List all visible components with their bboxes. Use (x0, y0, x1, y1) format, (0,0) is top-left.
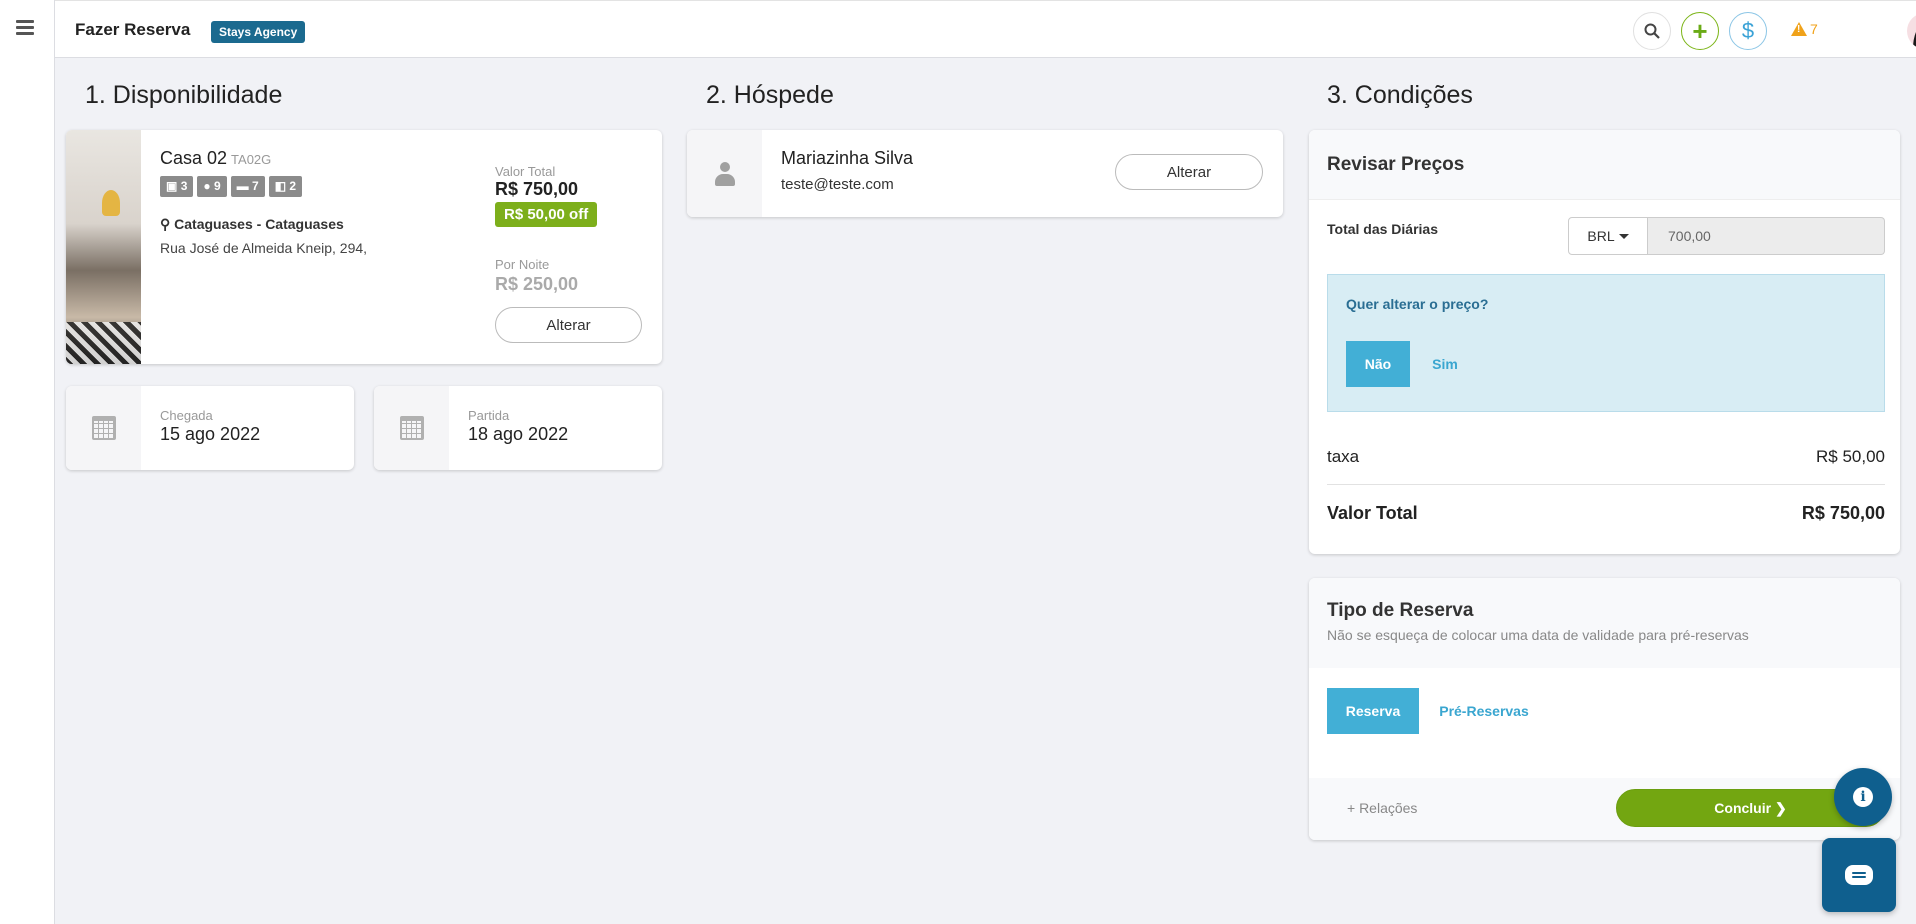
checkout-card[interactable]: Partida 18 ago 2022 (374, 386, 662, 470)
rooms-badge: ▣ 3 (160, 176, 194, 197)
fee-label: taxa (1327, 447, 1360, 466)
daily-total-label: Total das Diárias (1327, 221, 1439, 237)
change-price-box: Quer alterar o preço? Não Sim (1327, 274, 1885, 412)
map-marker-icon: ⚲ (160, 216, 171, 232)
per-night-value: R$ 250,00 (495, 274, 579, 294)
info-icon: i (1853, 787, 1873, 807)
calendar-icon (399, 416, 424, 440)
agency-badge: Stays Agency (211, 21, 306, 43)
fee-value: R$ 50,00 (1816, 447, 1885, 466)
finance-button[interactable]: $ (1729, 12, 1767, 50)
warning-icon (1791, 22, 1807, 36)
calendar-icon (91, 416, 116, 440)
option-no[interactable]: Não (1346, 341, 1410, 387)
person-icon: ● (203, 179, 211, 193)
checkin-label: Chegada (160, 408, 213, 423)
total-label: Valor Total (495, 164, 556, 179)
avatar[interactable] (1907, 13, 1916, 49)
reservation-type-title: Tipo de Reserva (1327, 600, 1474, 621)
caret-down-icon (1618, 233, 1629, 239)
section-guest-heading: 2. Hóspede (706, 81, 834, 109)
alerts-button[interactable]: 7 (1791, 21, 1818, 37)
currency-select[interactable]: BRL (1568, 217, 1648, 255)
baths-badge: ◧ 2 (268, 176, 303, 197)
cube-icon: ▣ (166, 179, 178, 193)
section-conditions-heading: 3. Condições (1327, 81, 1473, 109)
bath-icon: ◧ (274, 179, 287, 193)
per-night-label: Por Noite (495, 257, 550, 272)
divider (1327, 484, 1885, 485)
user-icon (714, 161, 735, 186)
grand-total-value: R$ 750,00 (1801, 503, 1885, 523)
grand-total-label: Valor Total (1327, 503, 1418, 523)
top-bar: Fazer Reserva Stays Agency + $ 7 (55, 0, 1916, 58)
total-value: R$ 750,00 (495, 179, 579, 199)
property-photo (66, 130, 141, 364)
daily-total-input[interactable] (1648, 217, 1885, 255)
alert-count: 7 (1810, 21, 1818, 37)
discount-badge: R$ 50,00 off (495, 202, 598, 227)
property-badges: ▣ 3 ● 9 ▬ 7 ◧ 2 (160, 176, 303, 197)
plus-icon: + (1692, 16, 1708, 46)
chat-button[interactable] (1822, 838, 1896, 912)
dollar-icon: $ (1741, 18, 1755, 43)
add-button[interactable]: + (1681, 12, 1719, 50)
relations-link[interactable]: + Relações (1347, 800, 1417, 816)
guest-email: teste@teste.com (781, 176, 894, 193)
page-title: Fazer Reserva (75, 20, 191, 39)
property-card: Casa 02 TA02G ▣ 3 ● 9 ▬ 7 ◧ 2 ⚲ Cataguase… (66, 130, 662, 364)
review-prices-card: Revisar Preços Total das Diárias BRL Que… (1309, 130, 1900, 554)
reservation-type-card: Tipo de Reserva Não se esqueça de coloca… (1309, 578, 1900, 840)
checkin-value: 15 ago 2022 (160, 424, 261, 444)
section-availability-heading: 1. Disponibilidade (85, 81, 283, 109)
property-address: Rua José de Almeida Kneip, 294, (160, 240, 368, 256)
guest-name: Mariazinha Silva (781, 148, 914, 168)
option-yes[interactable]: Sim (1422, 341, 1468, 387)
property-code: TA02G (231, 152, 272, 167)
checkout-value: 18 ago 2022 (468, 424, 569, 444)
sidebar (0, 0, 55, 924)
guests-badge: ● 9 (197, 176, 227, 197)
search-icon (1644, 23, 1660, 39)
reservation-type-subtitle: Não se esqueça de colocar uma data de va… (1327, 627, 1749, 643)
option-pre-reserve[interactable]: Pré-Reservas (1437, 688, 1531, 734)
property-name: Casa 02 TA02G (160, 148, 272, 168)
checkout-label: Partida (468, 408, 510, 423)
guest-card: Mariazinha Silva teste@teste.com Alterar (687, 130, 1283, 217)
search-button[interactable] (1633, 12, 1671, 50)
change-guest-button[interactable]: Alterar (1115, 154, 1263, 190)
beds-badge: ▬ 7 (230, 176, 265, 197)
review-prices-title: Revisar Preços (1327, 154, 1465, 175)
option-reserve[interactable]: Reserva (1327, 688, 1419, 734)
change-property-button[interactable]: Alterar (495, 307, 642, 343)
change-price-question: Quer alterar o preço? (1346, 296, 1489, 312)
menu-icon[interactable] (16, 20, 34, 35)
user-avatar-icon (1913, 32, 1916, 49)
info-button[interactable]: i (1834, 768, 1892, 826)
property-location: ⚲ Cataguases - Cataguases (160, 216, 344, 232)
chat-icon (1845, 865, 1873, 885)
bed-icon: ▬ (236, 179, 249, 193)
checkin-card[interactable]: Chegada 15 ago 2022 (66, 386, 354, 470)
